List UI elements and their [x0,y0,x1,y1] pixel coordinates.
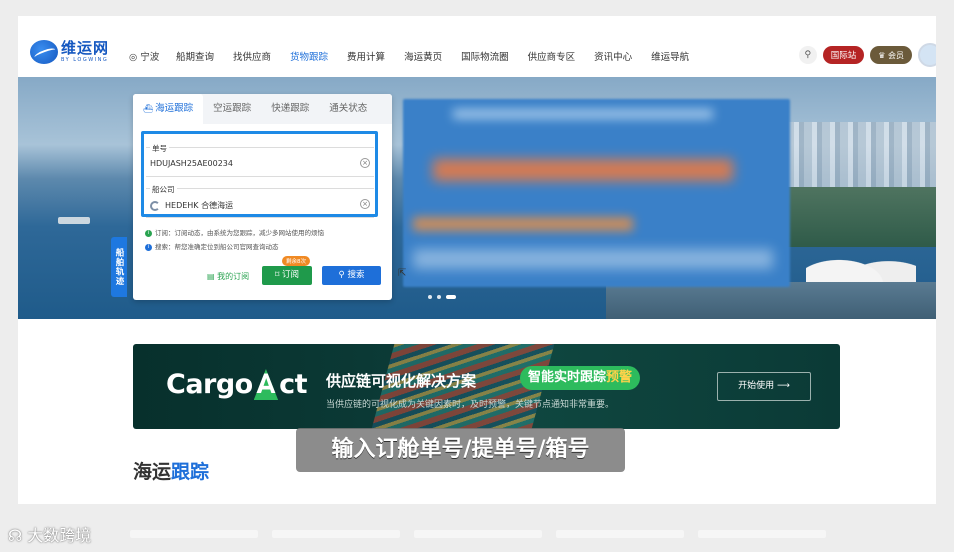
carrier-label: 船公司 [150,184,177,195]
subscribe-remaining-badge: 剩余8次 [282,256,310,266]
mouse-cursor-icon: ⇱ [398,268,407,279]
bookmark-icon: ⌑ [274,270,280,280]
menu-item-suppliers[interactable]: 找供应商 [233,49,271,63]
menu-item-news[interactable]: 资讯中心 [594,49,632,63]
hero-banner: 船舶轨迹 ⛴ 海运跟踪 空运跟踪 快递跟踪 通关状态 单号 HDUJASH25AE… [18,77,936,319]
boat-image [58,217,90,224]
search-note: i 搜索：帮您准确定位到船公司官网查询动态 [145,241,279,251]
info-icon: i [145,243,152,251]
my-subscriptions-link[interactable]: ▤ 我的订阅 [207,271,249,282]
menu-item-logistics-circle[interactable]: 国际物流圈 [461,49,509,63]
carrier-logo-icon [150,200,160,211]
ship-icon: ⛴ [143,104,154,113]
ship-track-tab[interactable]: 船舶轨迹 [111,237,127,297]
bill-number-label: 单号 [150,143,169,154]
tracking-tabs: ⛴ 海运跟踪 空运跟踪 快递跟踪 通关状态 [133,94,392,124]
tab-express-tracking[interactable]: 快递跟踪 [261,94,319,124]
subscribe-note: i 订阅：订阅动态，由系统为您跟踪，减少多网站使用的烦恼 [145,227,324,237]
video-caption: 输入订舱单号/提单号/箱号 [296,428,625,472]
info-icon: i [145,229,152,237]
watermark: ☊ 大数跨境 [8,526,92,545]
banner-title: 供应链可视化解决方案 [326,372,477,390]
subscribe-note-text: 订阅：订阅动态，由系统为您跟踪，减少多网站使用的烦恼 [155,229,324,237]
logo-text-en: BY LOGWING [61,57,109,63]
search-button[interactable]: ⚲ 搜索 [322,266,381,285]
tab-sea-tracking[interactable]: ⛴ 海运跟踪 [133,94,204,124]
search-note-text: 搜索：帮您准确定位到船公司官网查询动态 [155,243,279,251]
tracking-card: ⛴ 海运跟踪 空运跟踪 快递跟踪 通关状态 单号 HDUJASH25AE00234… [133,94,392,300]
location-selector[interactable]: ◎ 宁波 [129,49,159,63]
menu-item-cost-calc[interactable]: 费用计算 [347,49,385,63]
intl-label: 国际站 [830,51,857,61]
carousel-dot[interactable] [428,295,432,299]
start-using-button[interactable]: 开始使用 ⟶ [717,372,811,401]
international-site-button[interactable]: 国际站 [822,46,865,64]
bottom-cards [130,530,840,540]
section-title: 海运跟踪 [133,461,210,483]
search-label: 搜索 [347,270,365,280]
carrier-select[interactable]: HEDEHK 合德海运 [150,200,233,211]
tab-air-tracking[interactable]: 空运跟踪 [203,94,261,124]
avatar[interactable] [918,43,936,67]
carrier-value: HEDEHK 合德海运 [165,201,234,210]
logo-icon [30,40,58,64]
shoreline-image [786,187,936,247]
blurred-promo-slide[interactable] [403,99,790,287]
tab-label: 海运跟踪 [155,103,194,114]
menu-item-supplier-zone[interactable]: 供应商专区 [528,49,576,63]
opera-house-image [806,242,916,284]
top-navigation: 维运网 BY LOGWING ◎ 宁波 船期查询 找供应商 货物跟踪 费用计算 … [18,16,936,76]
clear-icon[interactable]: × [360,199,370,209]
banner-pill: 智能实时跟踪预警 [520,366,641,390]
subscribe-button[interactable]: ⌑ 订阅 [262,266,312,285]
cargoact-ad-banner[interactable]: Cargo Act 供应链可视化解决方案 智能实时跟踪预警 当供应链的可视化成为关… [133,344,840,429]
site-logo[interactable]: 维运网 BY LOGWING [30,40,109,64]
carousel-indicators [428,295,461,299]
carrier-field[interactable]: 船公司 HEDEHK 合德海运 × [146,184,374,218]
carousel-dot-active[interactable] [446,295,456,299]
bill-number-field[interactable]: 单号 HDUJASH25AE00234 × [146,143,374,177]
menu-item-cargo-tracking[interactable]: 货物跟踪 [290,49,328,63]
menu-item-yellow-pages[interactable]: 海运黄页 [404,49,442,63]
clear-icon[interactable]: × [360,158,370,168]
subscribe-label: 订阅 [282,270,300,280]
cargoact-logo: Cargo Act [166,369,308,400]
menu-item-schedule[interactable]: 船期查询 [176,49,214,63]
my-subscriptions-label: 我的订阅 [217,272,250,281]
search-icon: ⚲ [338,270,345,280]
main-menu: 船期查询 找供应商 货物跟踪 费用计算 海运黄页 国际物流圈 供应商专区 资讯中… [176,49,708,63]
banner-subtitle: 当供应链的可视化成为关键因素时，及时预警，关键节点通知非常重要。 [326,400,615,410]
member-label: 会员 [888,50,904,60]
logo-text-cn: 维运网 [61,39,110,57]
dock-image [606,282,936,319]
tab-customs-status[interactable]: 通关状态 [319,94,377,124]
carousel-dot[interactable] [437,295,441,299]
menu-item-navigation[interactable]: 维运导航 [651,49,689,63]
bill-number-input[interactable]: HDUJASH25AE00234 [150,159,233,168]
member-button[interactable]: ♛ 会员 [870,46,912,64]
search-icon[interactable]: ⚲ [798,46,817,64]
